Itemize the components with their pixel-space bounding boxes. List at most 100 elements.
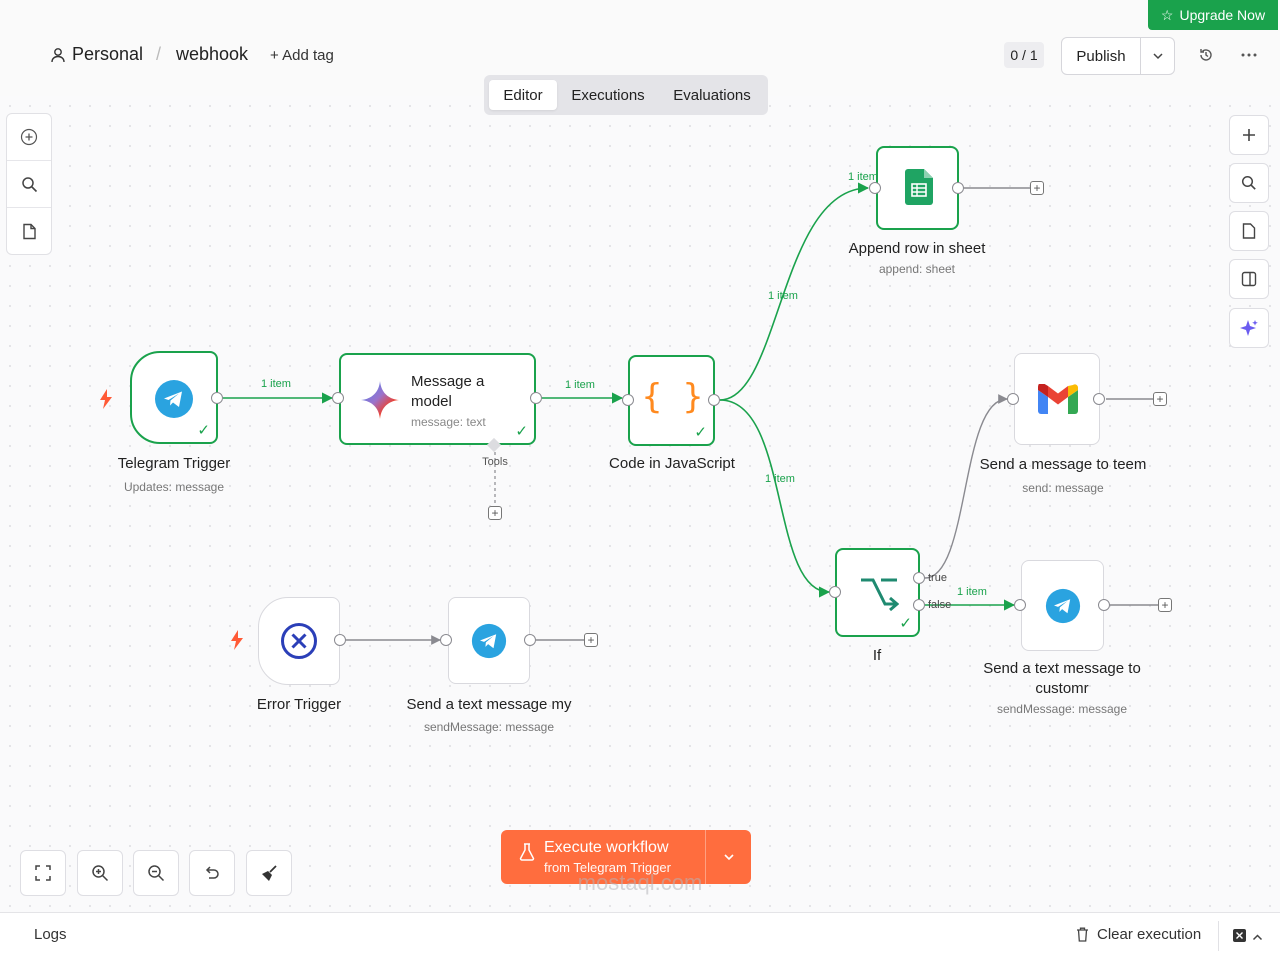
publish-control: Publish — [1061, 37, 1175, 75]
add-sticky-note-icon[interactable] — [1229, 211, 1269, 251]
workflow-name[interactable]: webhook — [176, 44, 248, 65]
node-subtitle: message: text — [411, 415, 486, 429]
version-counter: 0 / 1 — [1004, 42, 1044, 68]
telegram-icon — [1045, 588, 1081, 629]
node-subtitle: Updates: message — [123, 480, 225, 494]
add-node-left-button[interactable] — [7, 114, 51, 161]
add-next-node-plus-icon[interactable]: + — [1030, 181, 1044, 195]
zoom-in-icon[interactable] — [77, 850, 123, 896]
success-check-icon: ✓ — [197, 422, 210, 439]
output-port[interactable] — [1098, 599, 1110, 611]
add-tag-button[interactable]: + Add tag — [270, 47, 334, 64]
branch-icon — [859, 574, 900, 617]
node-title: Append row in sheet — [848, 240, 986, 257]
search-nodes-icon[interactable] — [1229, 163, 1269, 203]
add-next-node-plus-icon[interactable]: + — [1158, 598, 1172, 612]
clear-execution-button[interactable]: Clear execution — [1097, 926, 1201, 943]
tab-evaluations[interactable]: Evaluations — [660, 80, 764, 110]
true-output-port[interactable] — [913, 572, 925, 584]
logs-bar[interactable]: Logs Clear execution — [0, 912, 1280, 961]
node-code-javascript[interactable]: { } ✓ — [628, 355, 715, 446]
tools-label: Tools — [482, 456, 508, 468]
output-port[interactable] — [708, 394, 720, 406]
true-branch-label: true — [928, 572, 947, 584]
zoom-out-icon[interactable] — [133, 850, 179, 896]
edge-label: 1 item — [957, 586, 987, 598]
watermark: mostaql.com — [577, 870, 703, 895]
output-port[interactable] — [334, 634, 346, 646]
google-sheets-icon — [905, 169, 933, 210]
upgrade-button[interactable]: ☆ Upgrade Now — [1148, 0, 1278, 30]
view-tabs: Editor Executions Evaluations — [484, 75, 768, 115]
node-error-trigger[interactable] — [258, 597, 340, 685]
undo-icon[interactable] — [189, 850, 235, 896]
input-port[interactable] — [332, 392, 344, 404]
output-port[interactable] — [1093, 393, 1105, 405]
node-subtitle: sendMessage: message — [423, 720, 555, 734]
publish-button[interactable]: Publish — [1062, 38, 1141, 74]
output-port[interactable] — [952, 182, 964, 194]
trigger-bolt-icon — [230, 630, 244, 655]
tab-executions[interactable]: Executions — [562, 80, 654, 110]
node-title: Code in JavaScript — [609, 455, 735, 472]
input-port[interactable] — [1014, 599, 1026, 611]
node-gmail-send[interactable] — [1014, 353, 1100, 445]
left-toolbox — [6, 113, 52, 255]
node-message-model[interactable]: Message a model message: text ✓ — [339, 353, 536, 445]
fit-view-icon[interactable] — [20, 850, 66, 896]
node-title-line1: Message a — [411, 373, 485, 390]
node-subtitle: append: sheet — [878, 262, 956, 276]
sticky-note-icon[interactable] — [7, 208, 51, 254]
node-title: Telegram Trigger — [117, 455, 231, 472]
output-port[interactable] — [524, 634, 536, 646]
upgrade-label: Upgrade Now — [1179, 7, 1266, 23]
add-next-node-plus-icon[interactable]: + — [1153, 392, 1167, 406]
error-x-circle-icon — [280, 622, 318, 665]
add-next-node-plus-icon[interactable]: + — [584, 633, 598, 647]
node-title: Send a text message to customr — [962, 659, 1162, 699]
tidy-up-broom-icon[interactable] — [246, 850, 292, 896]
telegram-icon — [471, 623, 507, 664]
close-panel-icon[interactable] — [1233, 929, 1246, 947]
input-port[interactable] — [622, 394, 634, 406]
more-options-icon[interactable] — [1240, 46, 1258, 64]
input-port[interactable] — [440, 634, 452, 646]
output-port[interactable] — [211, 392, 223, 404]
node-send-customer[interactable] — [1021, 560, 1104, 651]
edge-label: 1 item — [768, 290, 798, 302]
node-title: Send a message to teem — [979, 456, 1147, 473]
breadcrumb-project[interactable]: Personal — [72, 44, 143, 65]
chevron-up-icon[interactable] — [1252, 930, 1263, 948]
add-tool-plus-icon[interactable]: + — [488, 506, 502, 520]
node-title: If — [872, 647, 882, 664]
input-port[interactable] — [829, 586, 841, 598]
node-telegram-trigger[interactable]: ✓ — [130, 351, 218, 444]
edge-label: 1 item — [565, 379, 595, 391]
tab-editor[interactable]: Editor — [489, 80, 557, 110]
trash-icon — [1076, 927, 1089, 947]
toggle-panel-icon[interactable] — [1229, 259, 1269, 299]
node-title-line2: customr — [1035, 680, 1089, 697]
logs-label[interactable]: Logs — [34, 926, 67, 943]
search-icon[interactable] — [7, 161, 51, 208]
node-title: Error Trigger — [256, 696, 342, 713]
divider — [1218, 921, 1219, 951]
workflow-canvas[interactable] — [0, 96, 1280, 912]
user-icon — [50, 47, 66, 68]
success-check-icon: ✓ — [899, 615, 912, 632]
node-subtitle: sendMessage: message — [996, 702, 1128, 716]
input-port[interactable] — [1007, 393, 1019, 405]
output-port[interactable] — [530, 392, 542, 404]
false-branch-label: false — [928, 599, 952, 611]
ai-assistant-sparkle-icon[interactable] — [1229, 308, 1269, 348]
node-subtitle: send: message — [1022, 481, 1104, 495]
node-send-my[interactable] — [448, 597, 530, 684]
node-if[interactable]: ✓ — [835, 548, 920, 637]
history-icon[interactable] — [1197, 46, 1215, 64]
publish-dropdown-chevron-icon[interactable] — [1141, 38, 1174, 74]
edge-label: 1 item — [261, 378, 291, 390]
false-output-port[interactable] — [913, 599, 925, 611]
node-append-row-sheet[interactable] — [876, 146, 959, 230]
input-port[interactable] — [869, 182, 881, 194]
add-node-button[interactable] — [1229, 115, 1269, 155]
